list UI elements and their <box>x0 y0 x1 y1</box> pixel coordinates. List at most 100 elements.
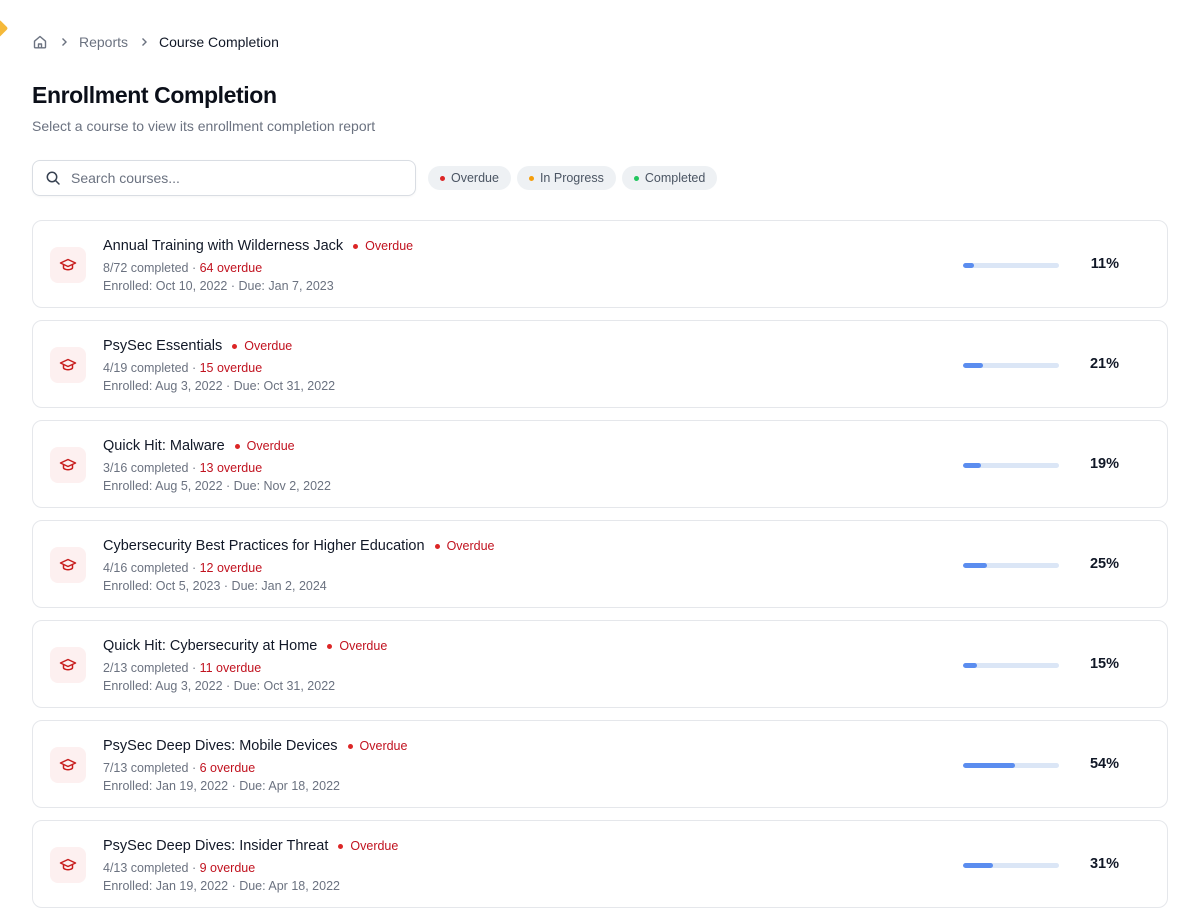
graduation-cap-icon <box>50 447 86 483</box>
chevron-right-icon <box>139 37 149 47</box>
completion-counts: 2/13 completed · 11 overdue <box>103 661 262 675</box>
course-card[interactable]: PsySec Essentials Overdue 4/19 completed… <box>32 320 1168 408</box>
status-label: Overdue <box>359 739 408 753</box>
progress-bar <box>963 863 1059 868</box>
filter-chip-in-progress[interactable]: In Progress <box>516 166 616 190</box>
completion-percent: 11% <box>1090 256 1119 272</box>
chevron-right-icon <box>59 37 69 47</box>
overdue-count: 11 overdue <box>199 661 262 675</box>
due-date: Due: Apr 18, 2022 <box>239 879 340 893</box>
overdue-count: 64 overdue <box>199 261 263 275</box>
course-card[interactable]: Cybersecurity Best Practices for Higher … <box>32 520 1168 608</box>
course-title: PsySec Deep Dives: Mobile Devices <box>103 738 338 754</box>
course-card[interactable]: PsySec Deep Dives: Insider Threat Overdu… <box>32 820 1168 908</box>
status-label: Overdue <box>339 639 388 653</box>
filter-chip-overdue[interactable]: Overdue <box>428 166 511 190</box>
course-card[interactable]: Quick Hit: Malware Overdue 3/16 complete… <box>32 420 1168 508</box>
completion-percent: 19% <box>1089 456 1119 472</box>
status-filters: Overdue In Progress Completed <box>428 166 718 190</box>
breadcrumb-reports-link[interactable]: Reports <box>79 34 128 50</box>
status-dot <box>347 743 353 749</box>
in-progress-dot <box>528 175 534 181</box>
completed-count: 2/13 completed <box>103 661 189 675</box>
completed-dot <box>633 175 639 181</box>
status-dot <box>232 343 238 349</box>
overdue-dot <box>440 175 445 181</box>
graduation-cap-icon <box>50 747 86 783</box>
completed-count: 7/13 completed <box>103 761 189 775</box>
course-title: Quick Hit: Cybersecurity at Home <box>103 638 318 654</box>
course-title-row: PsySec Essentials Overdue <box>103 338 292 354</box>
status-dot <box>434 543 440 549</box>
status-label: Overdue <box>446 539 495 553</box>
course-title-row: PsySec Deep Dives: Insider Threat Overdu… <box>103 838 398 854</box>
completion-percent: 25% <box>1089 556 1119 572</box>
enrolled-date: Enrolled: Aug 3, 2022 <box>103 679 223 693</box>
status-dot <box>234 443 240 449</box>
status-badge: Overdue <box>353 239 413 253</box>
progress-bar-fill <box>963 663 978 668</box>
search-box <box>32 160 416 196</box>
home-icon[interactable] <box>32 34 48 50</box>
course-title-row: Quick Hit: Cybersecurity at Home Overdue <box>103 638 387 654</box>
progress-bar-fill <box>963 863 993 868</box>
completed-count: 4/19 completed <box>103 361 189 375</box>
status-dot <box>338 843 344 849</box>
enrolled-date: Enrolled: Jan 19, 2022 <box>103 779 229 793</box>
completed-count: 4/16 completed <box>103 561 189 575</box>
course-title: PsySec Deep Dives: Insider Threat <box>103 838 329 854</box>
overdue-count: 13 overdue <box>199 461 263 475</box>
progress-bar-fill <box>963 563 987 568</box>
enrolled-date: Enrolled: Oct 10, 2022 <box>103 279 228 293</box>
filter-chip-completed[interactable]: Completed <box>621 166 718 190</box>
page-title: Enrollment Completion <box>32 82 277 108</box>
course-title-row: PsySec Deep Dives: Mobile Devices Overdu… <box>103 738 407 754</box>
status-badge: Overdue <box>434 539 495 553</box>
completed-count: 8/72 completed <box>103 261 189 275</box>
course-title: Annual Training with Wilderness Jack <box>103 238 344 254</box>
breadcrumb-current: Course Completion <box>159 34 279 50</box>
course-title-row: Cybersecurity Best Practices for Higher … <box>103 538 495 554</box>
overdue-count: 15 overdue <box>199 361 263 375</box>
breadcrumb: Reports Course Completion <box>32 33 279 51</box>
course-list: Annual Training with Wilderness Jack Ove… <box>32 220 1168 920</box>
course-card[interactable]: Annual Training with Wilderness Jack Ove… <box>32 220 1168 308</box>
graduation-cap-icon <box>50 347 86 383</box>
completion-counts: 3/16 completed · 13 overdue <box>103 461 263 475</box>
course-card[interactable]: Quick Hit: Cybersecurity at Home Overdue… <box>32 620 1168 708</box>
completion-percent: 54% <box>1089 756 1119 772</box>
overdue-count: 6 overdue <box>199 761 256 775</box>
course-dates: Enrolled: Aug 5, 2022 · Due: Nov 2, 2022 <box>103 479 331 493</box>
graduation-cap-icon <box>50 247 86 283</box>
due-date: Due: Jan 2, 2024 <box>231 579 327 593</box>
completion-percent: 15% <box>1089 656 1119 672</box>
status-badge: Overdue <box>338 839 398 853</box>
progress-bar <box>963 563 1059 568</box>
search-icon <box>45 170 61 186</box>
course-card[interactable]: PsySec Deep Dives: Mobile Devices Overdu… <box>32 720 1168 808</box>
due-date: Due: Nov 2, 2022 <box>233 479 331 493</box>
overdue-count: 9 overdue <box>199 861 256 875</box>
completion-counts: 4/13 completed · 9 overdue <box>103 861 256 875</box>
status-label: Overdue <box>365 239 414 253</box>
completion-counts: 7/13 completed · 6 overdue <box>103 761 256 775</box>
progress-bar <box>963 263 1059 268</box>
status-badge: Overdue <box>347 739 408 753</box>
overdue-count: 12 overdue <box>199 561 263 575</box>
course-dates: Enrolled: Aug 3, 2022 · Due: Oct 31, 202… <box>103 379 336 393</box>
status-label: Overdue <box>350 839 399 853</box>
graduation-cap-icon <box>50 847 86 883</box>
course-dates: Enrolled: Oct 5, 2023 · Due: Jan 2, 2024 <box>103 579 327 593</box>
due-date: Due: Oct 31, 2022 <box>233 679 336 693</box>
status-badge: Overdue <box>232 339 292 353</box>
filter-chip-label: In Progress <box>539 171 604 185</box>
progress-bar-fill <box>963 263 974 268</box>
search-input[interactable] <box>69 169 393 187</box>
status-badge: Overdue <box>327 639 387 653</box>
progress-bar-fill <box>963 463 982 468</box>
course-dates: Enrolled: Jan 19, 2022 · Due: Apr 18, 20… <box>103 779 340 793</box>
progress-bar <box>963 363 1059 368</box>
progress-bar-fill <box>963 363 984 368</box>
filter-chip-label: Completed <box>644 171 706 185</box>
completion-percent: 21% <box>1089 356 1119 372</box>
